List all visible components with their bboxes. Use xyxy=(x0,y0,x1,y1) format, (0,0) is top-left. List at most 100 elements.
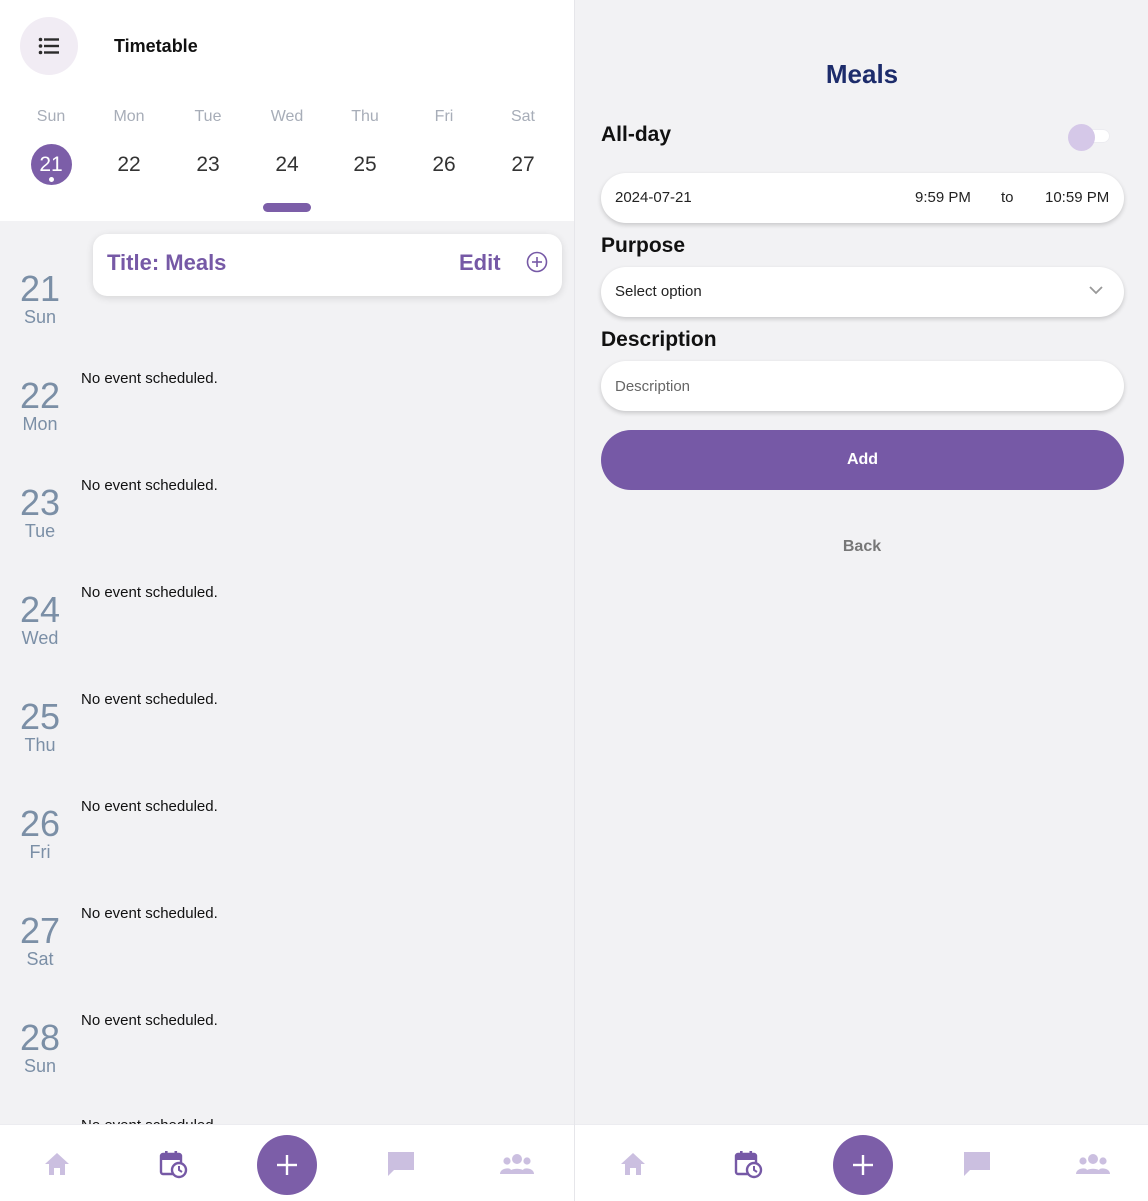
all-day-label: All-day xyxy=(601,123,672,146)
agenda-day-number: 21 xyxy=(19,268,61,309)
week-day-sat[interactable]: Sat 27 xyxy=(493,108,553,186)
list-icon xyxy=(38,37,59,55)
week-day-number: 27 xyxy=(511,153,535,176)
event-title: Title: Meals xyxy=(107,250,227,275)
toggle-thumb xyxy=(1068,124,1095,151)
nav-calendar[interactable] xyxy=(718,1125,778,1201)
datetime-field[interactable]: 2024-07-21 9:59 PM to 10:59 PM xyxy=(601,173,1124,223)
group-icon xyxy=(1076,1153,1110,1174)
all-day-toggle[interactable] xyxy=(1068,124,1112,151)
agenda-empty-message: No event scheduled. xyxy=(81,584,218,601)
week-day-number: 21 xyxy=(30,144,72,185)
chevron-down-icon xyxy=(1089,286,1103,295)
agenda-row: 27 Sat No event scheduled. xyxy=(0,905,574,1017)
agenda-empty-message: No event scheduled. xyxy=(81,691,218,708)
agenda-day-name: Sun xyxy=(23,307,57,327)
bottom-nav xyxy=(0,1124,574,1201)
timetable-header: Timetable Sun 21 Mon 22 Tue 23 Wed 24 Th… xyxy=(0,0,574,221)
event-card[interactable]: Title: Meals Edit xyxy=(93,234,562,296)
nav-calendar[interactable] xyxy=(143,1125,203,1201)
agenda-empty-message: No event scheduled. xyxy=(81,905,218,922)
week-strip: Sun 21 Mon 22 Tue 23 Wed 24 Thu 25 Fri 2… xyxy=(0,108,574,188)
agenda-day-number: 27 xyxy=(19,910,61,951)
purpose-select[interactable]: Select option xyxy=(601,267,1124,317)
group-icon xyxy=(500,1153,534,1174)
agenda-day-number: 26 xyxy=(19,803,61,844)
agenda-day-number: 25 xyxy=(19,696,61,737)
agenda-row: 24 Wed No event scheduled. xyxy=(0,584,574,696)
description-field[interactable] xyxy=(601,361,1124,411)
today-dot xyxy=(48,177,54,182)
add-circle-icon[interactable] xyxy=(526,251,548,273)
add-icon xyxy=(277,1155,297,1175)
page-title: Timetable xyxy=(114,36,198,56)
agenda-day-number: 24 xyxy=(19,589,61,630)
end-time-value[interactable]: 10:59 PM xyxy=(1045,189,1109,206)
week-day-number: 22 xyxy=(117,153,141,176)
agenda-empty-message: No event scheduled. xyxy=(81,477,218,494)
add-icon xyxy=(853,1155,873,1175)
nav-chat[interactable] xyxy=(947,1125,1007,1201)
week-day-name: Sat xyxy=(510,108,535,125)
agenda-row: 22 Mon No event scheduled. xyxy=(0,370,574,482)
agenda-day-name: Fri xyxy=(29,842,51,862)
home-icon xyxy=(45,1152,69,1175)
week-day-fri[interactable]: Fri 26 xyxy=(414,108,474,186)
agenda-day-name: Sat xyxy=(26,949,54,969)
week-day-name: Tue xyxy=(194,108,222,125)
start-time-value[interactable]: 9:59 PM xyxy=(915,189,971,206)
purpose-label: Purpose xyxy=(601,234,686,257)
calendar-clock-icon xyxy=(159,1150,188,1178)
back-button[interactable]: Back xyxy=(575,538,1148,556)
week-day-tue[interactable]: Tue 23 xyxy=(178,108,238,186)
agenda-day-number: 23 xyxy=(19,482,61,523)
week-day-wed[interactable]: Wed 24 xyxy=(257,108,317,186)
agenda-day-name: Thu xyxy=(24,735,56,755)
nav-home[interactable] xyxy=(27,1125,87,1201)
home-icon xyxy=(621,1152,645,1175)
nav-chat[interactable] xyxy=(371,1125,431,1201)
date-value[interactable]: 2024-07-21 xyxy=(615,189,692,206)
week-day-name: Wed xyxy=(270,108,304,125)
week-day-name: Fri xyxy=(434,108,454,125)
purpose-value: Select option xyxy=(615,283,702,300)
week-day-mon[interactable]: Mon 22 xyxy=(99,108,159,186)
agenda-empty-message: No event scheduled. xyxy=(81,370,218,387)
agenda-day-number: 28 xyxy=(19,1017,61,1058)
agenda-day-number: 22 xyxy=(19,375,61,416)
agenda-day-name: Sun xyxy=(23,1056,57,1076)
week-day-number: 25 xyxy=(353,153,377,176)
week-day-number: 26 xyxy=(432,153,456,176)
agenda-day-name: Wed xyxy=(21,628,59,648)
add-button[interactable] xyxy=(257,1135,317,1195)
week-day-name: Sun xyxy=(36,108,66,125)
nav-group[interactable] xyxy=(1063,1125,1123,1201)
agenda-empty-message: No event scheduled. xyxy=(81,1012,218,1029)
week-day-number: 23 xyxy=(196,153,220,176)
week-drag-handle[interactable] xyxy=(263,203,311,212)
form-title: Meals xyxy=(825,59,899,89)
week-day-number: 24 xyxy=(275,153,299,176)
add-event-button[interactable]: Add xyxy=(601,430,1124,490)
week-day-thu[interactable]: Thu 25 xyxy=(335,108,395,186)
agenda-row: 28 Sun No event scheduled. xyxy=(0,1012,574,1124)
edit-button[interactable]: Edit xyxy=(459,250,501,276)
timetable-screen: Timetable Sun 21 Mon 22 Tue 23 Wed 24 Th… xyxy=(0,0,574,1201)
add-button[interactable] xyxy=(833,1135,893,1195)
menu-button[interactable] xyxy=(20,17,78,75)
agenda-row: 25 Thu No event scheduled. xyxy=(0,691,574,803)
nav-home[interactable] xyxy=(603,1125,663,1201)
week-day-name: Mon xyxy=(113,108,145,125)
agenda-day-name: Mon xyxy=(22,414,58,434)
description-input[interactable] xyxy=(615,371,1105,401)
calendar-clock-icon xyxy=(734,1150,763,1178)
agenda-empty-message: No event scheduled. xyxy=(81,798,218,815)
week-day-sun[interactable]: Sun 21 xyxy=(21,108,81,185)
chat-icon xyxy=(388,1151,414,1176)
nav-group[interactable] xyxy=(487,1125,547,1201)
to-label: to xyxy=(1001,189,1014,206)
agenda-day-name: Tue xyxy=(24,521,56,541)
agenda-row: 23 Tue No event scheduled. xyxy=(0,477,574,589)
agenda-row: 26 Fri No event scheduled. xyxy=(0,798,574,910)
description-label: Description xyxy=(601,328,717,351)
